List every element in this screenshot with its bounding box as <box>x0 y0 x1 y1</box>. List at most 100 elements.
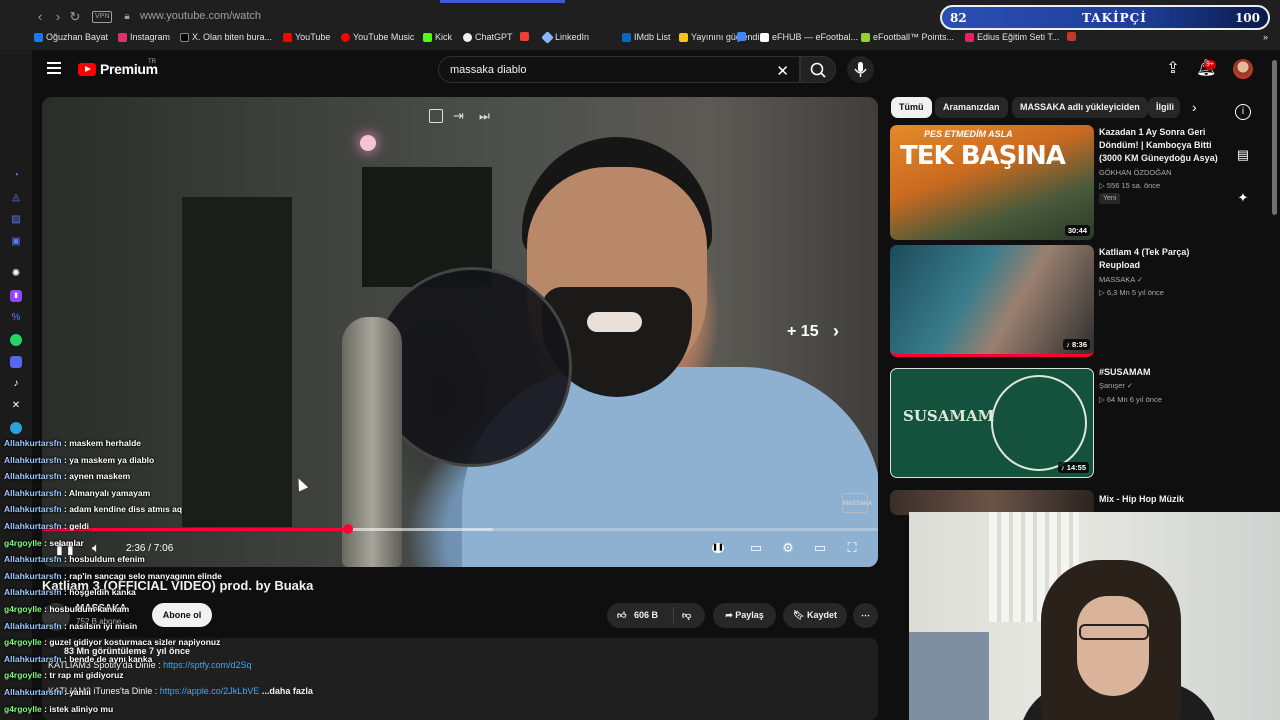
miniplayer-icon[interactable] <box>429 109 443 123</box>
bookmark-item[interactable]: ChatGPT <box>463 32 513 42</box>
youtube-logo[interactable]: Premium <box>78 61 158 77</box>
recommendation-channel[interactable]: GÖKHAN ÖZDOĞAN <box>1099 168 1172 177</box>
theater-mode-icon[interactable]: ▭ <box>812 541 828 555</box>
recommendation-title[interactable]: Kazadan 1 Ay Sonra Geri Döndüm! | Kamboç… <box>1099 126 1229 165</box>
like-count[interactable]: 606 B <box>634 603 658 628</box>
chat-username[interactable]: g4rgoylle <box>4 538 42 548</box>
discord-icon[interactable] <box>10 356 22 368</box>
voice-search-button[interactable] <box>847 56 874 83</box>
next-up-icon[interactable]: ⏭︎ <box>479 109 493 123</box>
recommendation-title[interactable]: Katliam 4 (Tek Parça) Reupload <box>1099 246 1229 272</box>
share-to-icon[interactable]: ⇥ <box>453 109 467 123</box>
forward-icon[interactable]: › <box>50 9 66 25</box>
skip-forward-label[interactable]: + 15 <box>787 323 819 341</box>
recommendation-channel[interactable]: Şanışer ✓ <box>1099 381 1133 390</box>
skip-forward-icon[interactable]: › <box>833 321 839 342</box>
reload-icon[interactable]: ↻ <box>67 9 83 25</box>
recommendation-channel[interactable]: MASSAKA ✓ <box>1099 275 1143 284</box>
search-button[interactable] <box>800 56 836 83</box>
app-icon[interactable]: ▣ <box>10 236 22 248</box>
video-thumbnail[interactable]: PES ETMEDİM ASLA TEK BAŞINA 30:44 <box>890 125 1094 240</box>
bookmark-item[interactable]: eFHUB — eFootbal... <box>760 32 858 42</box>
tiktok-icon[interactable]: ♪ <box>10 378 22 390</box>
messenger-icon[interactable]: ◔ <box>10 170 22 182</box>
dislike-icon[interactable]: 👎︎ <box>682 603 691 628</box>
fullscreen-icon[interactable]: ⛶ <box>844 541 860 555</box>
scrollbar[interactable] <box>1272 60 1277 215</box>
chat-username[interactable]: Allahkurtarsfn <box>4 521 62 531</box>
chat-username[interactable]: Allahkurtarsfn <box>4 687 62 697</box>
autoplay-toggle[interactable]: ❚❚ <box>712 543 724 553</box>
like-icon[interactable]: 👍︎ <box>617 603 626 628</box>
save-button[interactable]: 🔖︎ Kaydet <box>783 603 847 628</box>
bookmark-item[interactable]: LinkedIn <box>541 30 589 44</box>
chat-username[interactable]: g4rgoylle <box>4 670 42 680</box>
bookmark-gmail[interactable] <box>520 32 529 41</box>
x-icon[interactable]: ✕ <box>10 400 22 412</box>
chat-username[interactable]: Allahkurtarsfn <box>4 621 62 631</box>
bookmark-item[interactable]: Instagram <box>118 32 170 42</box>
recommendation-title[interactable]: Mix - Hip Hop Müzik <box>1099 493 1229 506</box>
bookmark-item[interactable]: IMdb List <box>622 32 671 42</box>
bookmark-item[interactable]: eFootball™ Points... <box>861 32 954 42</box>
chat-username[interactable]: Allahkurtarsfn <box>4 471 62 481</box>
menu-icon[interactable] <box>47 62 61 74</box>
chip-from-uploader[interactable]: MASSAKA adlı yükleyiciden <box>1012 97 1148 118</box>
volume-icon[interactable]: 🔈︎ <box>88 541 104 555</box>
app-icon[interactable]: ▨ <box>10 214 22 226</box>
chip-from-search[interactable]: Aramanızdan <box>935 97 1008 118</box>
chat-username[interactable]: Allahkurtarsfn <box>4 504 62 514</box>
chip-all[interactable]: Tümü <box>891 97 932 118</box>
chips-next-icon[interactable]: › <box>1192 99 1197 115</box>
back-icon[interactable]: ‹ <box>32 9 48 25</box>
bookmark-item[interactable]: Oğuzhan Bayat <box>34 32 108 42</box>
bookmarks-overflow-icon[interactable]: » <box>1263 32 1268 42</box>
chat-username[interactable]: Allahkurtarsfn <box>4 571 62 581</box>
bookmark-item[interactable]: X. Olan biten bura... <box>180 32 272 42</box>
bookmark-item[interactable]: YouTube Music <box>341 32 414 42</box>
bookmark-item[interactable] <box>737 32 746 41</box>
chat-icon[interactable]: ▤ <box>1235 147 1251 163</box>
search-input[interactable]: massaka diablo ✕ <box>438 56 800 83</box>
subtitles-icon[interactable]: ▭ <box>748 541 764 555</box>
upload-icon[interactable]: ⇪ <box>1164 60 1182 78</box>
search-value[interactable]: massaka diablo <box>450 64 526 76</box>
clear-search-icon[interactable]: ✕ <box>776 62 789 80</box>
app-icon[interactable]: % <box>10 312 22 324</box>
video-thumbnail[interactable]: SUSAMAM ♪ 14:55 <box>890 368 1094 478</box>
app-icon[interactable]: ◬ <box>10 192 22 204</box>
sparkle-icon[interactable]: ✦ <box>1235 190 1251 206</box>
share-button[interactable]: ➦ Paylaş <box>713 603 776 628</box>
itunes-link[interactable]: https://apple.co/2JkLbVE <box>160 686 260 696</box>
bookmark-item[interactable]: YouTube <box>283 32 330 42</box>
video-thumbnail[interactable]: ♪ 8:36 <box>890 245 1094 357</box>
chat-username[interactable]: g4rgoylle <box>4 704 42 714</box>
recommendation-title[interactable]: #SUSAMAM <box>1099 366 1229 379</box>
bookmark-item[interactable]: Yayınını güçlendir... <box>679 32 769 42</box>
whatsapp-icon[interactable] <box>10 334 22 346</box>
chat-username[interactable]: Allahkurtarsfn <box>4 488 62 498</box>
chip-related[interactable]: İlgili <box>1148 97 1180 118</box>
show-more-link[interactable]: ...daha fazla <box>262 686 313 696</box>
chat-username[interactable]: Allahkurtarsfn <box>4 455 62 465</box>
lock-icon[interactable]: 🔒︎ <box>119 9 135 25</box>
bookmark-item[interactable]: Kick <box>423 32 452 42</box>
more-actions-button[interactable]: ⋯ <box>853 603 878 628</box>
bookmark-item[interactable] <box>1067 32 1079 41</box>
chat-username[interactable]: Allahkurtarsfn <box>4 654 62 664</box>
progress-scrubber[interactable] <box>342 524 353 534</box>
chat-username[interactable]: Allahkurtarsfn <box>4 438 62 448</box>
bookmark-item[interactable]: Edius Eğitim Seti T... <box>965 32 1059 42</box>
settings-icon[interactable]: ⚙ <box>780 541 796 555</box>
chatgpt-icon[interactable]: ✺ <box>10 268 22 280</box>
spotify-link[interactable]: https://sptfy.com/d2Sq <box>163 660 251 670</box>
vpn-badge[interactable]: VPN <box>92 11 113 23</box>
avatar[interactable] <box>1233 59 1253 79</box>
chat-username[interactable]: Allahkurtarsfn <box>4 587 62 597</box>
chat-username[interactable]: g4rgoylle <box>4 637 42 647</box>
telegram-icon[interactable] <box>10 422 22 434</box>
chat-username[interactable]: Allahkurtarsfn <box>4 554 62 564</box>
chat-username[interactable]: g4rgoylle <box>4 604 42 614</box>
info-icon[interactable]: i <box>1235 104 1251 120</box>
twitch-icon[interactable]: ▮ <box>10 290 22 302</box>
